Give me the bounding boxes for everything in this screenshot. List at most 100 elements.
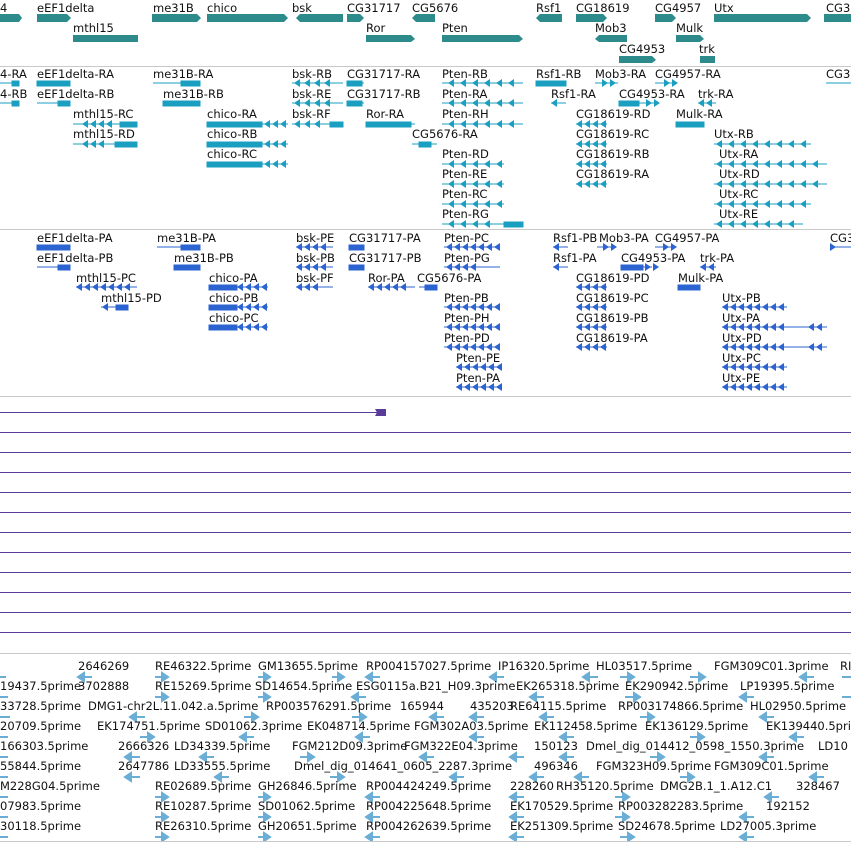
est-label[interactable]: 166303.5prime	[0, 740, 88, 753]
est-label[interactable]: EK139440.5pri	[766, 720, 851, 733]
transcript-label[interactable]: Rsf1-RA	[551, 88, 596, 101]
est-label[interactable]: FGM323H09.5prime	[596, 760, 711, 773]
transcript-label[interactable]: me31B-RA	[153, 68, 213, 81]
transcript-label[interactable]: CG18619-RD	[576, 108, 651, 121]
est-label[interactable]: EK170529.5prime	[510, 800, 613, 813]
est-label[interactable]: EK112458.5prime	[534, 720, 637, 733]
protein-label[interactable]: Rsf1-PA	[553, 252, 597, 265]
protein-label[interactable]: CG31717-PA	[349, 232, 421, 245]
protein-label[interactable]: eEF1delta-PB	[37, 252, 113, 265]
transcript-label[interactable]: Pten-RA	[442, 88, 487, 101]
protein-label[interactable]: Pten-PA	[456, 372, 500, 385]
protein-label[interactable]: Pten-PC	[444, 232, 489, 245]
est-label[interactable]: RP003282283.5prime	[618, 800, 743, 813]
est-label[interactable]: LD33555.5prime	[174, 760, 270, 773]
est-label[interactable]: 150123	[534, 740, 578, 753]
transcript-label[interactable]: Rsf1-RB	[536, 68, 581, 81]
transcript-label[interactable]: CG31717-RA	[347, 68, 420, 81]
protein-label[interactable]: Utx-PD	[722, 332, 762, 345]
protein-label[interactable]: Mulk-PA	[678, 272, 723, 285]
protein-label[interactable]: Pten-PH	[444, 312, 490, 325]
est-label[interactable]: 20709.5prime	[0, 720, 81, 733]
est-label[interactable]: M228G04.5prime	[0, 780, 100, 793]
protein-label[interactable]: mthl15-PD	[101, 292, 162, 305]
transcript-label[interactable]: mthl15-RD	[73, 128, 135, 141]
protein-label[interactable]: Pten-PB	[444, 292, 489, 305]
transcript-label[interactable]: CG18619-RC	[576, 128, 649, 141]
protein-label[interactable]: Utx-PC	[722, 352, 761, 365]
gene-label[interactable]: CG3	[826, 2, 850, 15]
est-label[interactable]: EK174751.5prime	[97, 720, 200, 733]
est-label[interactable]: FGM309C01.5prime	[714, 760, 829, 773]
transcript-label[interactable]: eEF1delta-RA	[37, 68, 114, 81]
transcript-label[interactable]: chico-RC	[207, 148, 257, 161]
est-label[interactable]: 3702888	[78, 680, 129, 693]
protein-label[interactable]: Utx-PB	[722, 292, 761, 305]
est-label[interactable]: SD01062.5prime	[258, 800, 355, 813]
transcript-label[interactable]: me31B-RB	[163, 88, 224, 101]
est-label[interactable]: 2646269	[78, 660, 129, 673]
transcript-label[interactable]: bsk-RE	[292, 88, 331, 101]
gene-label[interactable]: Pten	[442, 22, 468, 35]
protein-label[interactable]: me31B-PB	[174, 252, 234, 265]
est-label[interactable]: RH35120.5prime	[556, 780, 654, 793]
est-label[interactable]: 07983.5prime	[0, 800, 81, 813]
transcript-label[interactable]: CG4953-RA	[619, 88, 685, 101]
est-label[interactable]: FGM309C01.3prime	[714, 660, 829, 673]
transcript-label[interactable]: CG4957-RA	[655, 68, 721, 81]
protein-label[interactable]: me31B-PA	[157, 232, 216, 245]
gene-label[interactable]: Ror	[366, 22, 385, 35]
protein-label[interactable]: eEF1delta-PA	[37, 232, 113, 245]
est-label[interactable]: 30118.5prime	[0, 820, 81, 833]
gene-label[interactable]: me31B	[153, 2, 194, 15]
est-label[interactable]: Dmel_dig_014412_0598_1550.3prime	[586, 740, 804, 753]
protein-label[interactable]: bsk-PE	[296, 232, 334, 245]
protein-label[interactable]: CG4957-PA	[655, 232, 719, 245]
transcript-label[interactable]: Pten-RB	[442, 68, 488, 81]
transcript-label[interactable]: 4-RA	[0, 68, 27, 81]
gene-label[interactable]: trk	[699, 43, 715, 56]
transcript-label[interactable]: CG31717-RB	[347, 88, 421, 101]
est-label[interactable]: RE64115.5prime	[510, 700, 606, 713]
est-label[interactable]: EK290942.5prime	[625, 680, 728, 693]
transcript-label[interactable]: 4-RB	[0, 88, 27, 101]
est-label[interactable]: GH20651.5prime	[258, 820, 357, 833]
gene-label[interactable]: bsk	[292, 2, 312, 15]
est-label[interactable]: RI	[840, 660, 851, 673]
gene-label[interactable]: eEF1delta	[37, 2, 94, 15]
transcript-label[interactable]: mthl15-RC	[73, 108, 133, 121]
est-label[interactable]: Dmel_dig_014641_0605_2287.3prime	[294, 760, 512, 773]
protein-label[interactable]: Mob3-PA	[599, 232, 649, 245]
est-label[interactable]: EK136129.5prime	[645, 720, 748, 733]
est-label[interactable]: RP004157027.5prime	[366, 660, 491, 673]
est-label[interactable]: SD01062.3prime	[205, 720, 302, 733]
transcript-label[interactable]: bsk-RF	[292, 108, 331, 121]
transcript-label[interactable]: chico-RA	[207, 108, 257, 121]
est-label[interactable]: RP003576291.5prime	[266, 700, 391, 713]
est-label[interactable]: 435203	[470, 700, 514, 713]
est-label[interactable]: EK251309.5prime	[510, 820, 613, 833]
est-label[interactable]: 55844.5prime	[0, 760, 81, 773]
transcript-label[interactable]: Pten-RC	[442, 188, 487, 201]
est-label[interactable]: LD34339.5prime	[174, 740, 270, 753]
gene-label[interactable]: 4	[0, 2, 7, 15]
est-label[interactable]: RP004424249.5prime	[366, 780, 491, 793]
transcript-label[interactable]: Utx-RB	[714, 128, 754, 141]
est-label[interactable]: DMG2B.1_1.A12.C1	[660, 780, 772, 793]
transcript-label[interactable]: CG5676-RA	[412, 128, 478, 141]
transcript-label[interactable]: CG18619-RB	[576, 148, 650, 161]
est-label[interactable]: 228260	[510, 780, 554, 793]
est-label[interactable]: 2666326	[118, 740, 169, 753]
est-label[interactable]: EK265318.5prime	[516, 680, 619, 693]
protein-label[interactable]: Utx-PE	[722, 372, 760, 385]
protein-label[interactable]: bsk-PB	[296, 252, 335, 265]
protein-label[interactable]: CG31717-PB	[349, 252, 422, 265]
protein-label[interactable]: CG18619-PC	[576, 292, 649, 305]
protein-label[interactable]: Ror-PA	[368, 272, 405, 285]
protein-label[interactable]: bsk-PF	[296, 272, 334, 285]
est-label[interactable]: SD14654.5prime	[255, 680, 352, 693]
est-label[interactable]: LP19395.5prime	[740, 680, 834, 693]
transcript-label[interactable]: Pten-RG	[442, 208, 489, 221]
transcript-label[interactable]: Mulk-RA	[676, 108, 723, 121]
est-label[interactable]: 33728.5prime	[0, 700, 81, 713]
